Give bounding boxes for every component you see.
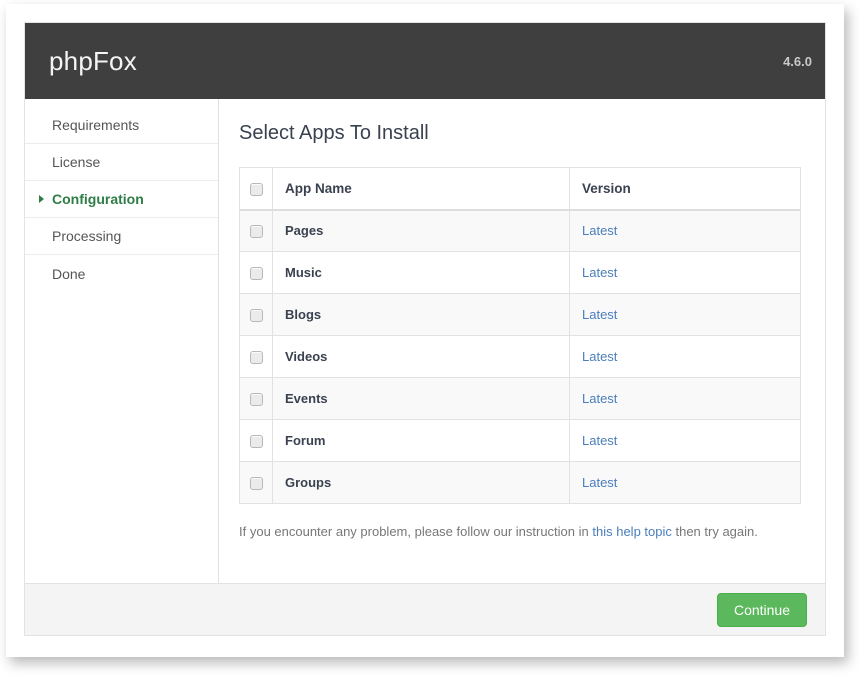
row-checkbox[interactable] [249, 351, 263, 365]
installer-card: phpFox 4.6.0 Requirements License Config… [24, 22, 826, 636]
page-frame: phpFox 4.6.0 Requirements License Config… [6, 4, 844, 657]
row-select-cell [239, 209, 273, 252]
app-name-cell: Forum [272, 419, 570, 462]
row-select-cell [239, 251, 273, 294]
version-cell: Latest [570, 210, 801, 252]
apps-table: App Name Version Pages Latest Music Late… [239, 167, 801, 504]
version-link[interactable]: Latest [582, 391, 617, 406]
version-link[interactable]: Latest [582, 433, 617, 448]
page-title: Select Apps To Install [239, 122, 429, 144]
apps-table-body: Pages Latest Music Latest Blogs Latest V… [239, 209, 801, 504]
app-name-cell: Pages [272, 209, 570, 252]
row-select-cell [239, 419, 273, 462]
sidebar-item-label: License [52, 154, 101, 170]
version-cell: Latest [570, 420, 801, 462]
row-checkbox[interactable] [249, 435, 263, 449]
app-name-cell: Music [272, 251, 570, 294]
table-header-row: App Name Version [239, 167, 801, 211]
table-row: Music Latest [239, 251, 801, 294]
row-select-cell [239, 377, 273, 420]
version-link[interactable]: Latest [582, 349, 617, 364]
version-cell: Latest [570, 294, 801, 336]
sidebar-item-license[interactable]: License [25, 144, 218, 181]
table-row: Videos Latest [239, 335, 801, 378]
version-link[interactable]: Latest [582, 265, 617, 280]
caret-right-icon [39, 195, 44, 203]
sidebar-item-requirements[interactable]: Requirements [25, 107, 218, 144]
help-note-text-before: If you encounter any problem, please fol… [239, 524, 593, 539]
continue-button[interactable]: Continue [716, 593, 807, 627]
table-row: Pages Latest [239, 209, 801, 252]
row-select-cell [239, 293, 273, 336]
column-header-version: Version [569, 167, 801, 211]
help-note-text-after: then try again. [671, 524, 758, 539]
install-steps-sidebar: Requirements License Configuration Proce… [25, 99, 219, 583]
table-row: Events Latest [239, 377, 801, 420]
select-all-cell [239, 167, 273, 211]
version-cell: Latest [570, 462, 801, 504]
column-header-app-name: App Name [272, 167, 570, 211]
row-checkbox[interactable] [249, 309, 263, 323]
row-checkbox[interactable] [249, 225, 263, 239]
apps-table-head: App Name Version [239, 167, 801, 211]
main-content: Select Apps To Install App Name Version [219, 99, 825, 583]
help-note: If you encounter any problem, please fol… [239, 523, 801, 541]
app-name-cell: Events [272, 377, 570, 420]
row-select-cell [239, 335, 273, 378]
card-body: Requirements License Configuration Proce… [25, 99, 825, 583]
row-checkbox[interactable] [249, 393, 263, 407]
version-link[interactable]: Latest [582, 307, 617, 322]
card-footer: Continue [25, 583, 825, 635]
sidebar-item-processing[interactable]: Processing [25, 218, 218, 255]
help-topic-link[interactable]: this help topic [592, 524, 672, 539]
version-label: 4.6.0 [783, 53, 812, 69]
table-row: Groups Latest [239, 461, 801, 504]
version-cell: Latest [570, 378, 801, 420]
version-cell: Latest [570, 252, 801, 294]
sidebar-item-label: Processing [52, 228, 122, 244]
sidebar-item-label: Done [52, 265, 86, 282]
table-row: Forum Latest [239, 419, 801, 462]
row-checkbox[interactable] [249, 267, 263, 281]
table-row: Blogs Latest [239, 293, 801, 336]
sidebar-item-done[interactable]: Done [25, 255, 218, 292]
app-name-cell: Blogs [272, 293, 570, 336]
app-name-cell: Groups [272, 461, 570, 504]
app-name-cell: Videos [272, 335, 570, 378]
app-header: phpFox 4.6.0 [25, 23, 825, 99]
sidebar-item-configuration[interactable]: Configuration [25, 181, 218, 218]
row-select-cell [239, 461, 273, 504]
row-checkbox[interactable] [249, 477, 263, 491]
version-link[interactable]: Latest [582, 475, 617, 490]
sidebar-item-label: Configuration [52, 191, 144, 207]
brand-logo-text: phpFox [49, 46, 137, 76]
sidebar-item-label: Requirements [52, 117, 140, 133]
select-all-checkbox[interactable] [249, 182, 263, 196]
version-link[interactable]: Latest [582, 223, 617, 238]
version-cell: Latest [570, 336, 801, 378]
